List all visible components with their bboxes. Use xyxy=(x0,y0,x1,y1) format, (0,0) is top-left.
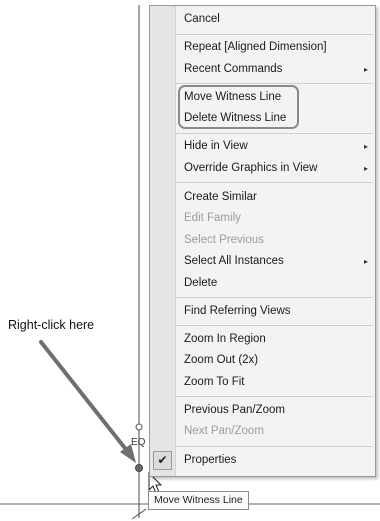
menu-item-label: Override Graphics in View xyxy=(184,162,318,174)
menu-item-override-graphics[interactable]: Override Graphics in View ▸ xyxy=(176,158,374,179)
menu-separator xyxy=(176,34,373,35)
menu-item-select-all-instances[interactable]: Select All Instances ▸ xyxy=(176,251,374,272)
menu-separator xyxy=(176,297,373,298)
menu-separator xyxy=(176,446,373,447)
menu-item-recent-commands[interactable]: Recent Commands ▸ xyxy=(176,59,374,80)
menu-separator xyxy=(176,325,373,326)
menu-separator xyxy=(176,133,373,134)
menu-item-repeat[interactable]: Repeat [Aligned Dimension] xyxy=(176,37,374,58)
menu-item-next-pan-zoom: Next Pan/Zoom xyxy=(184,425,264,437)
menu-item-hide-in-view[interactable]: Hide in View ▸ xyxy=(176,136,374,157)
menu-item-properties[interactable]: Properties xyxy=(176,450,374,471)
tooltip: Move Witness Line xyxy=(148,491,249,510)
menu-item-create-similar[interactable]: Create Similar xyxy=(176,187,374,208)
submenu-arrow-icon: ▸ xyxy=(363,142,368,151)
context-menu: Cancel Repeat [Aligned Dimension] Recent… xyxy=(149,5,376,477)
menu-separator xyxy=(176,182,373,183)
menu-separator xyxy=(176,83,373,84)
menu-item-label: Select All Instances xyxy=(184,255,284,267)
witness-line-end-grip[interactable] xyxy=(135,423,143,431)
annotation-arrow-shaft xyxy=(39,340,130,454)
menu-icon-gutter xyxy=(150,6,176,476)
menu-item-zoom-out[interactable]: Zoom Out (2x) xyxy=(176,350,374,371)
checkmark-icon: ✔ xyxy=(153,451,172,470)
submenu-arrow-icon: ▸ xyxy=(363,164,368,173)
right-click-annotation: Right-click here xyxy=(8,318,95,332)
menu-item-zoom-in-region[interactable]: Zoom In Region xyxy=(176,329,374,350)
submenu-arrow-icon: ▸ xyxy=(363,65,368,74)
witness-line-grip[interactable] xyxy=(135,464,143,472)
menu-item-delete[interactable]: Delete xyxy=(176,273,374,294)
submenu-arrow-icon: ▸ xyxy=(363,257,368,266)
menu-item-select-previous: Select Previous xyxy=(184,234,264,246)
menu-item-edit-family: Edit Family xyxy=(184,212,241,224)
menu-separator xyxy=(176,396,373,397)
menu-item-move-witness-line[interactable]: Move Witness Line xyxy=(176,87,374,108)
menu-item-previous-pan-zoom[interactable]: Previous Pan/Zoom xyxy=(176,400,374,421)
dimension-eq-label: EQ xyxy=(131,437,146,448)
menu-item-cancel[interactable]: Cancel xyxy=(176,9,374,30)
menu-item-find-referring-views[interactable]: Find Referring Views xyxy=(176,301,374,322)
menu-item-zoom-to-fit[interactable]: Zoom To Fit xyxy=(176,372,374,393)
menu-item-label: Recent Commands xyxy=(184,63,283,75)
menu-item-delete-witness-line[interactable]: Delete Witness Line xyxy=(176,108,374,129)
menu-item-label: Hide in View xyxy=(184,140,248,152)
